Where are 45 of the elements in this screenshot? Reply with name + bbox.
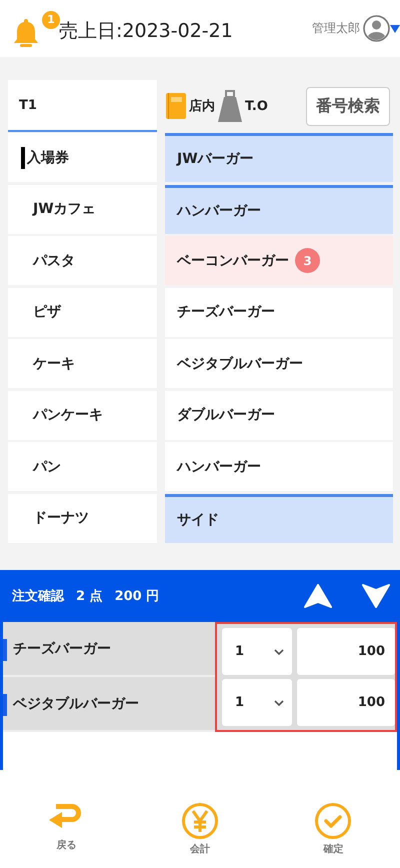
category-item[interactable]: パン: [8, 442, 157, 491]
avatar-icon[interactable]: [363, 15, 390, 42]
footer-button[interactable]: 戻る: [0, 802, 134, 856]
number-search-button[interactable]: 番号検索: [306, 86, 390, 126]
menu-group-header[interactable]: サイド: [165, 494, 393, 542]
quantity-select[interactable]: 1: [222, 628, 292, 675]
menu-item[interactable]: ハンバーガー: [177, 458, 261, 476]
notebook-icon: [165, 92, 187, 120]
menu-item[interactable]: チーズバーガー: [177, 303, 275, 321]
category-item[interactable]: パスタ: [8, 236, 157, 285]
check-icon: [314, 802, 352, 840]
sales-date: 売上日:2023-02-21: [59, 18, 234, 44]
quantity-select[interactable]: 1: [222, 679, 292, 726]
table-tab[interactable]: T1: [8, 80, 157, 132]
category-item[interactable]: JWカフェ: [8, 184, 157, 234]
footer-button[interactable]: 確定: [266, 802, 400, 856]
up-arrow-icon[interactable]: [304, 584, 332, 608]
footer-button[interactable]: 会計: [133, 802, 267, 856]
category-item[interactable]: ピザ: [8, 288, 157, 336]
menu-item[interactable]: ダブルバーガー: [177, 406, 275, 424]
notification-badge: 1: [42, 10, 60, 28]
down-arrow-icon[interactable]: [362, 584, 390, 608]
user-name: 管理太郎: [312, 20, 360, 37]
dropdown-caret-icon[interactable]: [390, 24, 400, 32]
count-badge: 3: [295, 248, 320, 273]
chevron-icon: [274, 648, 284, 654]
price-field[interactable]: 100: [297, 679, 395, 726]
menu-group-header[interactable]: JWバーガー: [165, 133, 393, 182]
service-option-label[interactable]: 店内: [189, 97, 215, 115]
order-title: 注文確認: [12, 588, 64, 605]
menu-item[interactable]: ベーコンバーガー: [177, 252, 289, 270]
category-item[interactable]: ドーナツ: [8, 494, 157, 542]
chevron-icon: [274, 700, 284, 706]
category-item[interactable]: ケーキ: [8, 339, 157, 388]
service-option-label[interactable]: T.O: [245, 98, 268, 114]
order-item-name: ベジタブルバーガー: [13, 694, 139, 712]
category-item[interactable]: 入場券: [8, 133, 157, 182]
order-item-name: チーズバーガー: [13, 640, 111, 658]
category-item[interactable]: パンケーキ: [8, 390, 157, 440]
yen-icon: [180, 802, 219, 840]
price-field[interactable]: 100: [297, 628, 395, 675]
menu-group-header[interactable]: ハンバーガー: [165, 184, 393, 234]
order-total: 200 円: [114, 588, 160, 605]
bag-icon: [217, 89, 243, 123]
order-count: 2 点: [76, 588, 103, 605]
